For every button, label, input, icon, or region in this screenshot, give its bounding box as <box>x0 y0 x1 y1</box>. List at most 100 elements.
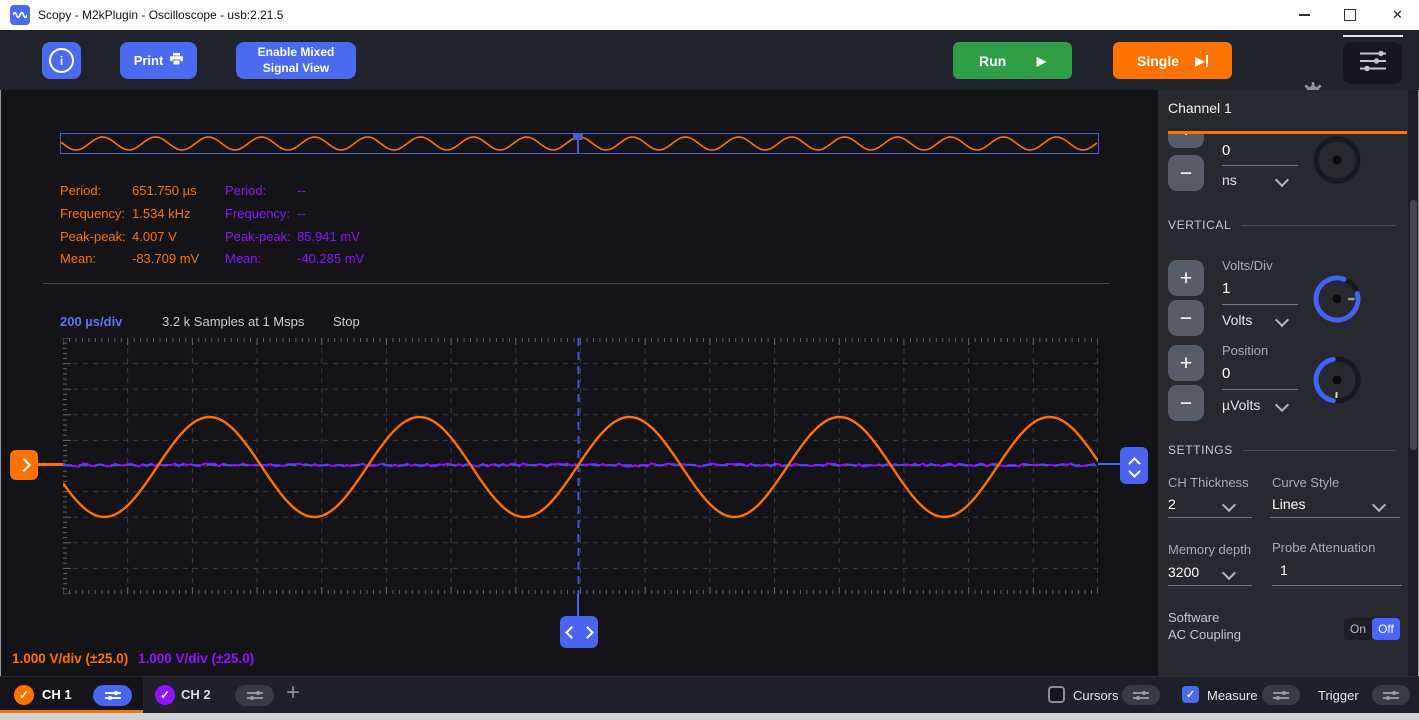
minimize-button[interactable] <box>1284 0 1324 30</box>
trigger-time-handle[interactable] <box>560 616 598 648</box>
print-button[interactable]: Print <box>120 42 197 79</box>
chevron-down-icon[interactable] <box>1275 313 1289 327</box>
play-to-end-icon: ▶ <box>1195 54 1208 68</box>
ch1-enable-checkbox[interactable]: ✓ <box>14 685 34 705</box>
chevron-down-icon[interactable] <box>1372 498 1386 512</box>
underline <box>1222 389 1298 390</box>
trigger-time-line <box>577 594 579 616</box>
chevron-right-icon <box>581 626 594 639</box>
chevron-down-icon[interactable] <box>1275 398 1289 412</box>
ch2-mean-value: -40.285 mV <box>297 251 364 266</box>
vposition-value[interactable]: 0 <box>1222 365 1230 382</box>
cursors-settings-pill-button[interactable] <box>1122 685 1160 705</box>
run-button[interactable]: Run ▶ <box>953 42 1072 79</box>
enable-mixed-signal-button[interactable]: Enable Mixed Signal View <box>236 42 356 79</box>
ch2-enable-checkbox[interactable]: ✓ <box>155 685 175 705</box>
voltsdiv-decrement-button[interactable]: − <box>1168 300 1204 336</box>
voltsdiv-knob[interactable] <box>1309 271 1365 332</box>
ch2-tab-label[interactable]: CH 2 <box>181 687 211 702</box>
window-title: Scopy - M2kPlugin - Oscilloscope - usb:2… <box>38 0 283 30</box>
panel-scrollbar-thumb[interactable] <box>1410 200 1417 450</box>
minimize-icon <box>1299 14 1310 16</box>
measure-settings-pill-button[interactable] <box>1262 685 1300 705</box>
sliders-icon <box>1382 690 1400 701</box>
single-button[interactable]: Single ▶ <box>1113 42 1232 79</box>
panel-scrollbar-track[interactable] <box>1408 90 1418 676</box>
divider <box>43 283 1110 284</box>
cursors-checkbox[interactable] <box>1048 686 1065 703</box>
info-button[interactable]: i <box>42 42 81 79</box>
vposition-unit-select[interactable]: µVolts <box>1222 397 1260 413</box>
voltsdiv-label: Volts/Div <box>1222 258 1273 273</box>
ch2-settings-pill-button[interactable] <box>235 685 274 706</box>
ch2-frequency-label: Frequency: <box>225 206 290 221</box>
ch1-settings-pill-button[interactable] <box>93 685 132 706</box>
timebase-label: 200 µs/div <box>60 314 122 329</box>
ac-coupling-off-option[interactable]: Off <box>1372 618 1400 640</box>
underline <box>1222 304 1298 305</box>
chevron-right-icon <box>17 458 31 472</box>
probe-attenuation-input[interactable]: 1 <box>1280 562 1288 578</box>
sliders-icon <box>246 690 264 701</box>
ch-thickness-select[interactable]: 2 <box>1168 496 1176 512</box>
printer-icon <box>170 53 183 68</box>
curve-style-select[interactable]: Lines <box>1272 496 1305 512</box>
chevron-down-icon[interactable] <box>1222 566 1236 580</box>
scopy-logo-icon <box>10 5 30 25</box>
sliders-icon <box>1272 690 1290 701</box>
vposition-increment-button[interactable]: + <box>1168 345 1204 381</box>
ch1-frequency-label: Frequency: <box>60 206 125 221</box>
ch1-period-value: 651.750 µs <box>132 183 197 198</box>
memory-depth-select[interactable]: 3200 <box>1168 564 1199 580</box>
panel-scroll-area: + − 0 ns VERTICAL + − Volts/Div 1 Volts <box>1158 134 1408 676</box>
ac-coupling-on-option[interactable]: On <box>1344 618 1372 640</box>
close-button[interactable]: ✕ <box>1376 0 1419 30</box>
single-label: Single <box>1137 53 1179 69</box>
measure-checkbox[interactable]: ✓ <box>1182 686 1199 703</box>
bottom-channel-bar: ✓ CH 1 ✓ CH 2 + Cursors ✓ Measure Trigge… <box>0 676 1419 713</box>
horizontal-increment-button[interactable]: + <box>1168 134 1204 148</box>
maximize-button[interactable] <box>1330 0 1370 30</box>
ch2-peakpeak-value: 85.941 mV <box>297 229 360 244</box>
chevron-left-icon <box>565 626 578 639</box>
horizontal-position-value[interactable]: 0 <box>1222 142 1230 159</box>
ch1-tab-label[interactable]: CH 1 <box>42 687 72 702</box>
ch1-offset-handle[interactable] <box>10 450 38 480</box>
print-label: Print <box>134 53 164 68</box>
underline <box>1168 585 1252 586</box>
horizontal-decrement-button[interactable]: − <box>1168 155 1204 191</box>
ch2-period-label: Period: <box>225 183 266 198</box>
chevron-down-icon[interactable] <box>1275 173 1289 187</box>
ch1-mean-label: Mean: <box>60 251 96 266</box>
mixed-signal-label-line1: Enable Mixed <box>258 45 335 60</box>
top-toolbar: i Print Enable Mixed Signal View Run ▶ S… <box>0 30 1419 90</box>
horizontal-position-knob[interactable] <box>1309 134 1365 193</box>
ch1-peakpeak-label: Peak-peak: <box>60 229 126 244</box>
voltsdiv-value[interactable]: 1 <box>1222 280 1230 297</box>
probe-attenuation-label: Probe Attenuation <box>1272 540 1375 555</box>
voltsdiv-unit-select[interactable]: Volts <box>1222 312 1252 328</box>
ch1-frequency-value: 1.534 kHz <box>132 206 191 221</box>
trigger-level-handle[interactable] <box>1120 447 1148 484</box>
ch2-period-value: -- <box>297 183 306 198</box>
ch1-period-label: Period: <box>60 183 101 198</box>
ch1-offset-line <box>38 463 63 466</box>
panel-toggle-indicator <box>1343 35 1403 37</box>
underline <box>1222 165 1298 166</box>
add-channel-button[interactable]: + <box>286 679 300 707</box>
acquisition-overview-strip[interactable] <box>60 133 1099 154</box>
vposition-decrement-button[interactable]: − <box>1168 385 1204 421</box>
chevron-down-icon[interactable] <box>1222 498 1236 512</box>
sliders-icon <box>104 690 122 701</box>
voltsdiv-increment-button[interactable]: + <box>1168 260 1204 296</box>
trigger-settings-pill-button[interactable] <box>1372 685 1410 705</box>
oscilloscope-plot <box>63 338 1098 594</box>
vposition-knob[interactable] <box>1309 352 1365 413</box>
trigger-position-marker-handle[interactable] <box>573 134 583 140</box>
vposition-label: Position <box>1222 343 1268 358</box>
sliders-icon <box>1358 50 1388 77</box>
ch1-mean-value: -83.709 mV <box>132 251 199 266</box>
horizontal-unit-select[interactable]: ns <box>1222 172 1237 188</box>
underline <box>1168 517 1252 518</box>
channel-settings-toggle-button[interactable] <box>1343 42 1402 84</box>
